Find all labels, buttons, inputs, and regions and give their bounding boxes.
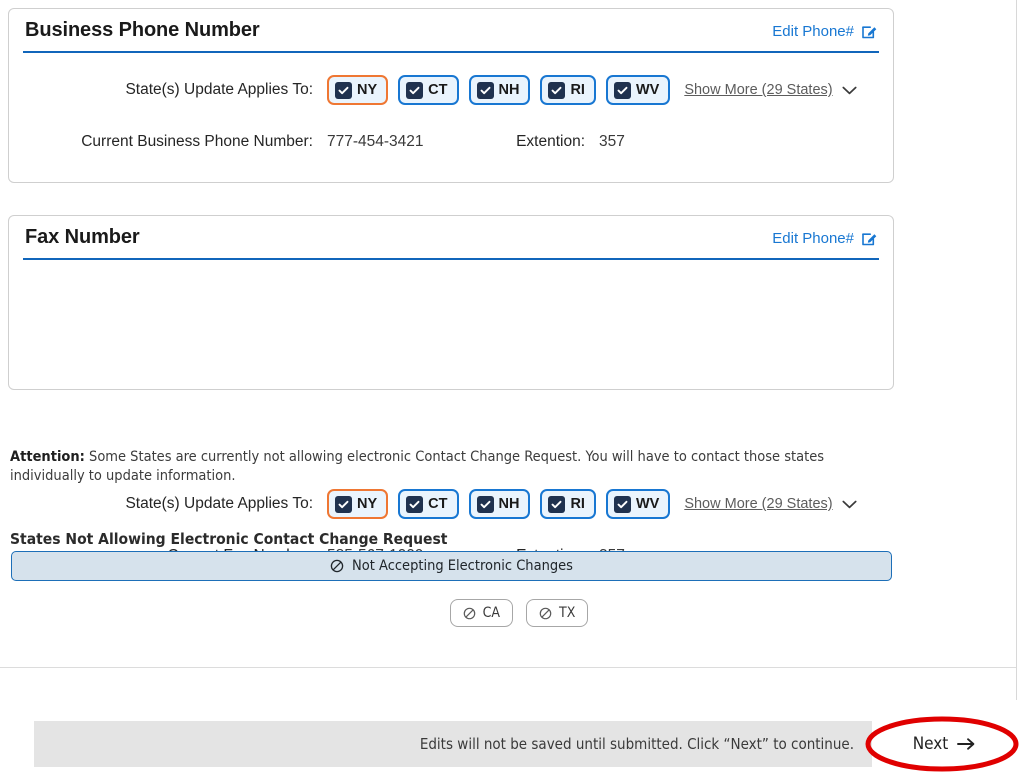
page-right-divider bbox=[1016, 0, 1017, 700]
page-root: Business Phone Number Edit Phone# State(… bbox=[0, 0, 1024, 773]
next-button-label: Next bbox=[912, 734, 949, 754]
attention-prefix: Attention: bbox=[10, 448, 85, 465]
state-chip-ri[interactable]: RI bbox=[540, 75, 596, 105]
business-phone-card: Business Phone Number Edit Phone# State(… bbox=[8, 8, 894, 183]
not-accepting-banner-label: Not Accepting Electronic Changes bbox=[352, 558, 573, 574]
attention-notice: Attention: Some States are currently not… bbox=[10, 448, 890, 486]
checkbox-checked-icon bbox=[335, 81, 352, 99]
state-chip-label: WV bbox=[635, 82, 660, 98]
blocked-state-chip-ca: CA bbox=[449, 599, 514, 627]
state-chip-label: CT bbox=[428, 496, 448, 512]
blocked-state-label: CA bbox=[482, 605, 501, 621]
state-chip-ny[interactable]: NY bbox=[327, 489, 389, 519]
state-chip-label: NY bbox=[357, 82, 378, 98]
chevron-down-icon bbox=[842, 86, 857, 95]
state-chip-group: NY CT NH RI WV bbox=[327, 75, 671, 105]
state-selection-row: State(s) Update Applies To: NY CT NH RI … bbox=[9, 489, 893, 519]
state-chip-wv[interactable]: WV bbox=[605, 489, 671, 519]
edit-fax-link[interactable]: Edit Phone# bbox=[772, 230, 877, 247]
state-chip-label: RI bbox=[570, 82, 585, 98]
fax-number-card: Fax Number Edit Phone# State(s) Update A… bbox=[8, 215, 894, 564]
state-chip-nh[interactable]: NH bbox=[468, 75, 531, 105]
states-applies-label: State(s) Update Applies To: bbox=[125, 495, 313, 512]
state-chip-ri[interactable]: RI bbox=[540, 489, 596, 519]
extension-label: Extention: bbox=[516, 133, 585, 150]
arrow-right-icon bbox=[957, 737, 975, 751]
show-more-states-toggle[interactable]: Show More (29 States) bbox=[684, 496, 857, 512]
blocked-state-label: TX bbox=[559, 605, 576, 621]
state-chip-ny[interactable]: NY bbox=[327, 75, 389, 105]
pencil-square-icon bbox=[861, 231, 877, 247]
checkbox-checked-icon bbox=[476, 81, 494, 99]
states-applies-label: State(s) Update Applies To: bbox=[125, 81, 313, 98]
edit-fax-label: Edit Phone# bbox=[772, 230, 854, 247]
chevron-down-icon bbox=[842, 500, 857, 509]
current-phone-label: Current Business Phone Number: bbox=[81, 133, 313, 150]
no-entry-icon bbox=[463, 607, 476, 620]
show-more-label: Show More (29 States) bbox=[684, 82, 833, 98]
footer-bar: Edits will not be saved until submitted.… bbox=[34, 721, 1016, 767]
state-chip-label: WV bbox=[635, 496, 660, 512]
fax-card-title: Fax Number bbox=[25, 226, 140, 248]
checkbox-checked-icon bbox=[548, 495, 566, 513]
blocked-states-heading: States Not Allowing Electronic Contact C… bbox=[10, 529, 448, 548]
state-chip-label: NH bbox=[498, 82, 520, 98]
blocked-state-chip-tx: TX bbox=[526, 599, 589, 627]
card-header: Fax Number Edit Phone# bbox=[23, 216, 879, 260]
checkbox-checked-icon bbox=[406, 495, 424, 513]
checkbox-checked-icon bbox=[613, 495, 631, 513]
state-chip-wv[interactable]: WV bbox=[605, 75, 671, 105]
next-button[interactable]: Next bbox=[872, 721, 1016, 767]
checkbox-checked-icon bbox=[335, 495, 352, 513]
current-value-row: Current Business Phone Number: 777-454-3… bbox=[9, 133, 893, 151]
no-entry-icon bbox=[330, 559, 344, 573]
content-footer-divider bbox=[0, 667, 1016, 668]
state-selection-row: State(s) Update Applies To: NY CT NH RI … bbox=[9, 75, 893, 105]
checkbox-checked-icon bbox=[476, 495, 494, 513]
state-chip-ct[interactable]: CT bbox=[398, 75, 459, 105]
current-phone-value: 777-454-3421 bbox=[327, 133, 424, 150]
checkbox-checked-icon bbox=[613, 81, 631, 99]
extension-value: 357 bbox=[599, 133, 625, 150]
pencil-square-icon bbox=[861, 24, 877, 40]
show-more-states-toggle[interactable]: Show More (29 States) bbox=[684, 82, 857, 98]
state-chip-nh[interactable]: NH bbox=[468, 489, 531, 519]
state-chip-label: RI bbox=[570, 496, 585, 512]
edit-phone-label: Edit Phone# bbox=[772, 23, 854, 40]
state-chip-label: NH bbox=[498, 496, 520, 512]
not-accepting-banner: Not Accepting Electronic Changes bbox=[11, 551, 892, 581]
no-entry-icon bbox=[539, 607, 552, 620]
edit-phone-link[interactable]: Edit Phone# bbox=[772, 23, 877, 40]
state-chip-label: NY bbox=[357, 496, 378, 512]
state-chip-ct[interactable]: CT bbox=[398, 489, 459, 519]
card-header: Business Phone Number Edit Phone# bbox=[23, 9, 879, 53]
show-more-label: Show More (29 States) bbox=[684, 496, 833, 512]
state-chip-group: NY CT NH RI WV bbox=[327, 489, 671, 519]
footer-note: Edits will not be saved until submitted.… bbox=[419, 735, 854, 753]
blocked-state-chip-group: CA TX bbox=[0, 599, 1024, 627]
checkbox-checked-icon bbox=[406, 81, 424, 99]
state-chip-label: CT bbox=[428, 82, 448, 98]
checkbox-checked-icon bbox=[548, 81, 566, 99]
page-title: Business Phone Number bbox=[25, 19, 260, 41]
attention-body: Some States are currently not allowing e… bbox=[10, 448, 825, 484]
